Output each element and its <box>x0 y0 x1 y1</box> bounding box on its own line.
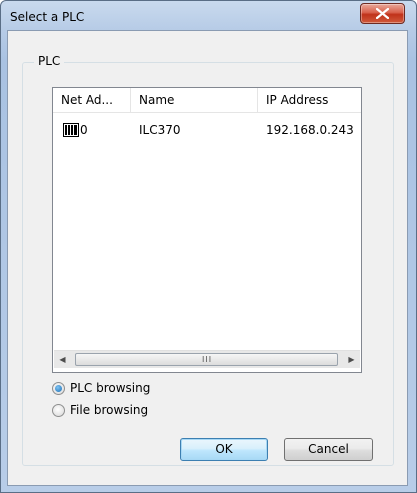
cell-net-address: 0 <box>80 123 88 137</box>
column-header-name[interactable]: Name <box>131 88 258 112</box>
cancel-button[interactable]: Cancel <box>284 438 373 461</box>
plc-browsing-radio[interactable] <box>52 382 65 395</box>
close-icon <box>376 8 389 19</box>
radio-selected-dot <box>55 385 62 392</box>
scroll-grip-icon: III <box>202 355 213 364</box>
plc-list[interactable]: Net Ad... Name IP Address 0 ILC370 192.1… <box>52 87 362 373</box>
plc-device-icon <box>63 123 79 137</box>
cell-ip-address: 192.168.0.243 <box>266 123 354 137</box>
close-button[interactable] <box>360 3 405 24</box>
plc-group-label: PLC <box>34 54 65 68</box>
file-browsing-radio[interactable] <box>52 404 65 417</box>
dialog-title: Select a PLC <box>10 10 85 24</box>
horizontal-scrollbar[interactable]: ◀ III ▶ <box>54 350 360 368</box>
scroll-left-icon[interactable]: ◀ <box>54 351 71 368</box>
scroll-thumb[interactable]: III <box>75 353 338 366</box>
ok-button[interactable]: OK <box>180 438 268 461</box>
title-bar[interactable]: Select a PLC <box>1 1 416 31</box>
column-header-ip-address[interactable]: IP Address <box>258 88 361 112</box>
list-item[interactable]: 0 ILC370 192.168.0.243 <box>53 120 361 140</box>
list-header: Net Ad... Name IP Address <box>53 88 361 113</box>
cell-name: ILC370 <box>139 123 181 137</box>
scroll-right-icon[interactable]: ▶ <box>343 351 360 368</box>
file-browsing-label[interactable]: File browsing <box>70 403 148 417</box>
column-header-net-address[interactable]: Net Ad... <box>53 88 131 112</box>
plc-browsing-label[interactable]: PLC browsing <box>70 381 150 395</box>
